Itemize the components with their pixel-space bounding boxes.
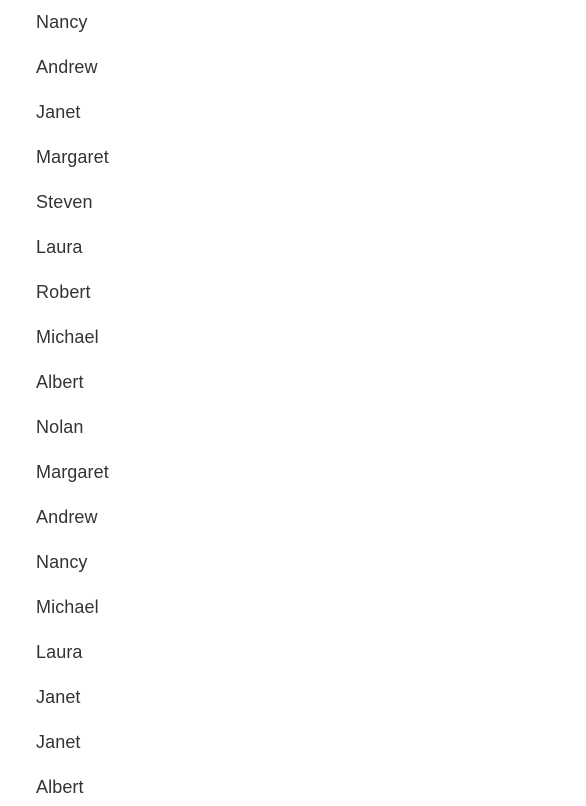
list-item[interactable]: Laura (0, 225, 586, 270)
list-item[interactable]: Nancy (0, 0, 586, 45)
list-item-label: Margaret (36, 147, 109, 167)
list-item[interactable]: Albert (0, 360, 586, 405)
list-item[interactable]: Steven (0, 180, 586, 225)
list-item[interactable]: Andrew (0, 495, 586, 540)
list-item-label: Janet (36, 687, 81, 707)
list-item[interactable]: Janet (0, 720, 586, 765)
list-item[interactable]: Janet (0, 675, 586, 720)
list-item[interactable]: Michael (0, 315, 586, 360)
list-item[interactable]: Margaret (0, 135, 586, 180)
list-item-label: Albert (36, 777, 84, 797)
list-item[interactable]: Andrew (0, 45, 586, 90)
list-item-label: Michael (36, 327, 99, 347)
list-item-label: Laura (36, 642, 83, 662)
first-name-list: Nancy Andrew Janet Margaret Steven Laura… (0, 0, 586, 806)
list-item-label: Robert (36, 282, 91, 302)
list-item-label: Janet (36, 732, 81, 752)
list-item[interactable]: Michael (0, 585, 586, 630)
list-item-label: Steven (36, 192, 93, 212)
list-item-label: Andrew (36, 507, 98, 527)
list-item[interactable]: Robert (0, 270, 586, 315)
list-item-label: Albert (36, 372, 84, 392)
list-item-label: Laura (36, 237, 83, 257)
list-item-label: Janet (36, 102, 81, 122)
list-item-label: Nancy (36, 552, 88, 572)
list-item-label: Andrew (36, 57, 98, 77)
list-item[interactable]: Nancy (0, 540, 586, 585)
list-item-label: Michael (36, 597, 99, 617)
list-item-label: Margaret (36, 462, 109, 482)
list-item-label: Nolan (36, 417, 84, 437)
list-item[interactable]: Nolan (0, 405, 586, 450)
list-item[interactable]: Margaret (0, 450, 586, 495)
page-container: Nancy Andrew Janet Margaret Steven Laura… (0, 0, 586, 806)
list-item[interactable]: Janet (0, 90, 586, 135)
list-item[interactable]: Albert (0, 765, 586, 806)
list-item[interactable]: Laura (0, 630, 586, 675)
list-item-label: Nancy (36, 12, 88, 32)
